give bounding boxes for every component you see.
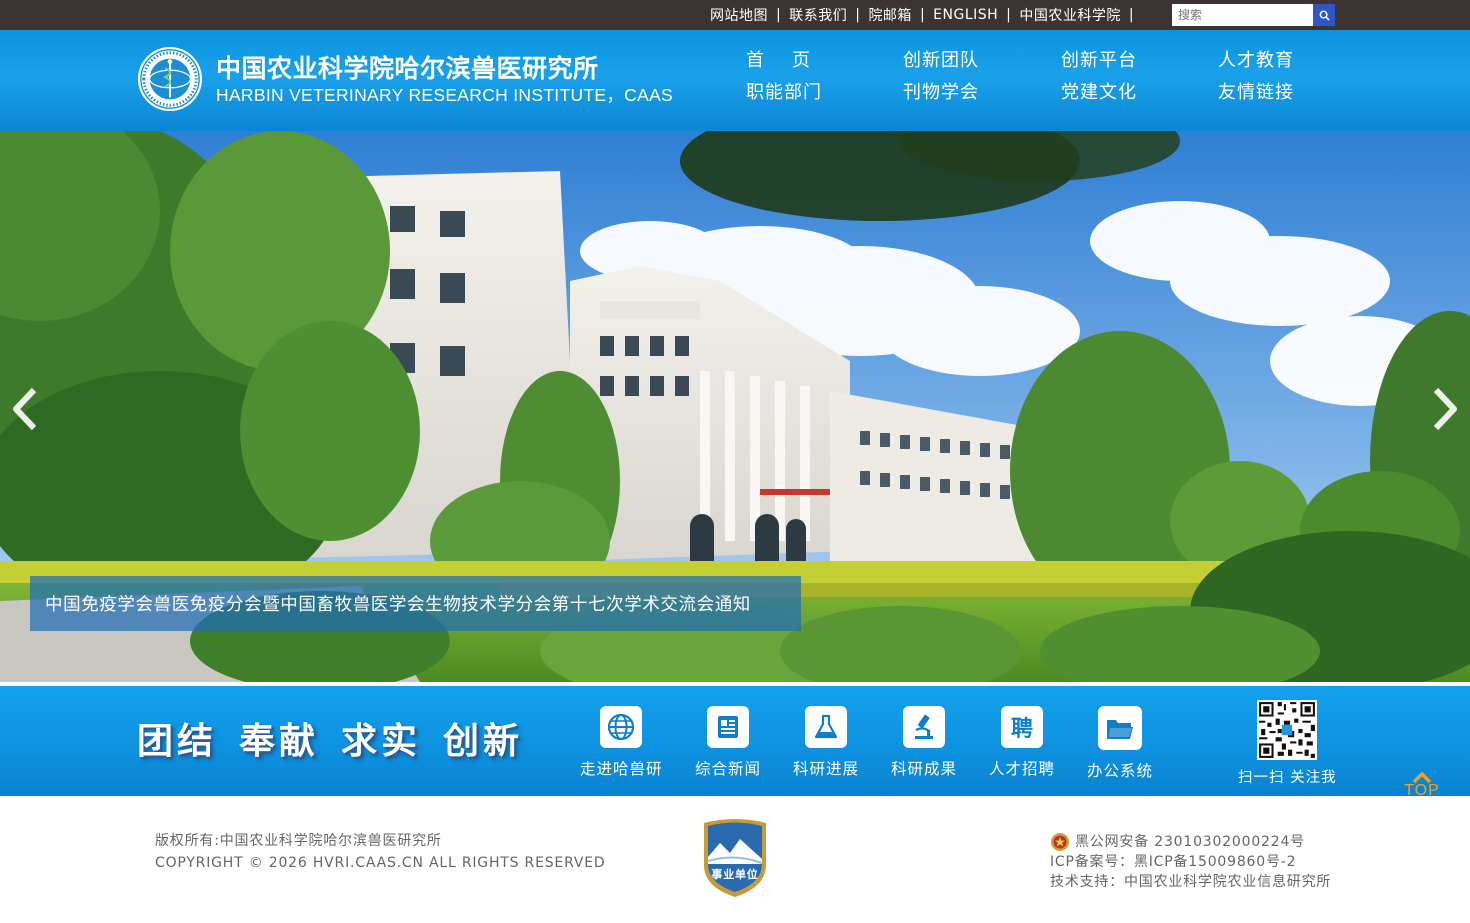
quick-link-achievements[interactable]: 科研成果 — [891, 706, 957, 779]
motto-slogan: 团结 奉献 求实 创新 — [137, 712, 545, 764]
nav-innovation-platform[interactable]: 创新平台 — [1061, 50, 1218, 72]
nav-talent-education[interactable]: 人才教育 — [1218, 50, 1346, 72]
icp-record[interactable]: ICP备案号：黑ICP备15009860号-2 — [1050, 852, 1331, 872]
utility-links: 网站地图 | 联系我们 | 院邮箱 | ENGLISH | 中国农业科学院 | — [704, 0, 1136, 30]
copyright-en: COPYRIGHT © 2026 HVRI.CAAS.CN ALL RIGHTS… — [155, 855, 606, 871]
nav-innovation-team[interactable]: 创新团队 — [903, 50, 1061, 72]
nav-friendly-links[interactable]: 友情链接 — [1218, 82, 1346, 104]
carousel-prev-button[interactable] — [5, 381, 45, 437]
main-nav: 首页 创新团队 创新平台 人才教育 职能部门 刊物学会 党建文化 友情链接 — [746, 50, 1346, 104]
nav-journals-societies[interactable]: 刊物学会 — [903, 82, 1061, 104]
quick-link-about[interactable]: 走进哈兽研 — [580, 706, 663, 779]
site-header: 中国农业科学院哈尔滨兽医研究所 HARBIN VETERINARY RESEAR… — [0, 30, 1470, 131]
motto-word: 团结 — [137, 720, 218, 762]
separator: | — [919, 7, 926, 23]
separator: | — [776, 7, 782, 23]
search-box — [1172, 4, 1335, 26]
institute-emblem-icon — [137, 46, 203, 112]
carousel-caption[interactable]: 中国免疫学会兽医免疫分会暨中国畜牧兽医学会生物技术学分会第十七次学术交流会通知 — [30, 576, 801, 631]
copyright-cn: 版权所有:中国农业科学院哈尔滨兽医研究所 — [155, 833, 442, 849]
mailbox-link[interactable]: 院邮箱 — [862, 5, 918, 25]
chevron-right-icon — [1433, 387, 1457, 431]
chevron-left-icon — [13, 387, 37, 431]
quick-links-band: 团结 奉献 求实 创新 走进哈兽研 综合新闻 科研进展 科研成果 聘 人才招聘 办 — [0, 686, 1470, 796]
carousel-next-button[interactable] — [1425, 381, 1465, 437]
quick-link-label: 办公系统 — [1087, 762, 1154, 780]
top-utility-bar: 网站地图 | 联系我们 | 院邮箱 | ENGLISH | 中国农业科学院 | — [0, 0, 1470, 30]
microscope-icon — [903, 706, 945, 748]
hero-carousel: 中国免疫学会兽医免疫分会暨中国畜牧兽医学会生物技术学分会第十七次学术交流会通知 — [0, 131, 1470, 682]
quick-link-recruitment[interactable]: 聘 人才招聘 — [989, 706, 1055, 779]
quick-link-label: 科研成果 — [891, 760, 958, 778]
site-logo[interactable]: 中国农业科学院哈尔滨兽医研究所 HARBIN VETERINARY RESEAR… — [136, 45, 673, 113]
nav-departments[interactable]: 职能部门 — [746, 82, 903, 104]
globe-icon — [600, 706, 643, 748]
search-button[interactable] — [1313, 4, 1335, 26]
quick-link-news[interactable]: 综合新闻 — [695, 706, 761, 779]
motto-word: 创新 — [443, 720, 524, 762]
separator: | — [1006, 7, 1012, 23]
folder-icon — [1098, 706, 1142, 750]
qr-code-icon — [1257, 700, 1318, 760]
search-input[interactable] — [1172, 4, 1313, 26]
search-icon — [1319, 10, 1330, 21]
nav-party-culture[interactable]: 党建文化 — [1061, 82, 1218, 104]
flask-icon — [805, 706, 847, 748]
sitemap-link[interactable]: 网站地图 — [704, 5, 774, 25]
quick-link-label: 综合新闻 — [695, 760, 762, 778]
newspaper-icon — [707, 706, 749, 748]
police-badge-icon — [1051, 833, 1069, 851]
logo-title-cn: 中国农业科学院哈尔滨兽医研究所 — [216, 53, 599, 83]
recruit-icon: 聘 — [1001, 706, 1043, 748]
quick-link-label: 人才招聘 — [989, 760, 1056, 778]
quick-link-label: 科研进展 — [793, 760, 860, 778]
badge-text: 事业单位 — [711, 867, 758, 881]
caas-link[interactable]: 中国农业科学院 — [1013, 5, 1127, 25]
public-institution-badge[interactable]: 事业单位 — [700, 817, 770, 903]
quick-link-office-system[interactable]: 办公系统 — [1087, 706, 1153, 781]
separator: | — [855, 7, 861, 23]
contact-link[interactable]: 联系我们 — [783, 5, 853, 25]
separator: | — [1128, 7, 1135, 23]
logo-title-en: HARBIN VETERINARY RESEARCH INSTITUTE，CAA… — [216, 84, 674, 105]
motto-word: 奉献 — [239, 720, 320, 762]
quick-link-progress[interactable]: 科研进展 — [793, 706, 859, 779]
police-record[interactable]: 黑公网安备 23010302000224号 — [1075, 832, 1305, 852]
public-institution-badge-icon: 事业单位 — [704, 819, 766, 897]
quick-link-label: 走进哈兽研 — [580, 760, 663, 778]
motto-word: 求实 — [341, 720, 422, 762]
site-footer: 版权所有:中国农业科学院哈尔滨兽医研究所 COPYRIGHT © 2026 HV… — [0, 796, 1470, 923]
english-link[interactable]: ENGLISH — [927, 7, 1004, 23]
tech-support: 技术支持：中国农业科学院农业信息研究所 — [1050, 874, 1332, 890]
nav-home[interactable]: 首页 — [746, 50, 903, 72]
wechat-qr[interactable]: 扫一扫 关注我 — [1238, 700, 1337, 787]
recruit-glyph: 聘 — [1010, 717, 1033, 742]
qr-label: 扫一扫 关注我 — [1238, 770, 1337, 786]
